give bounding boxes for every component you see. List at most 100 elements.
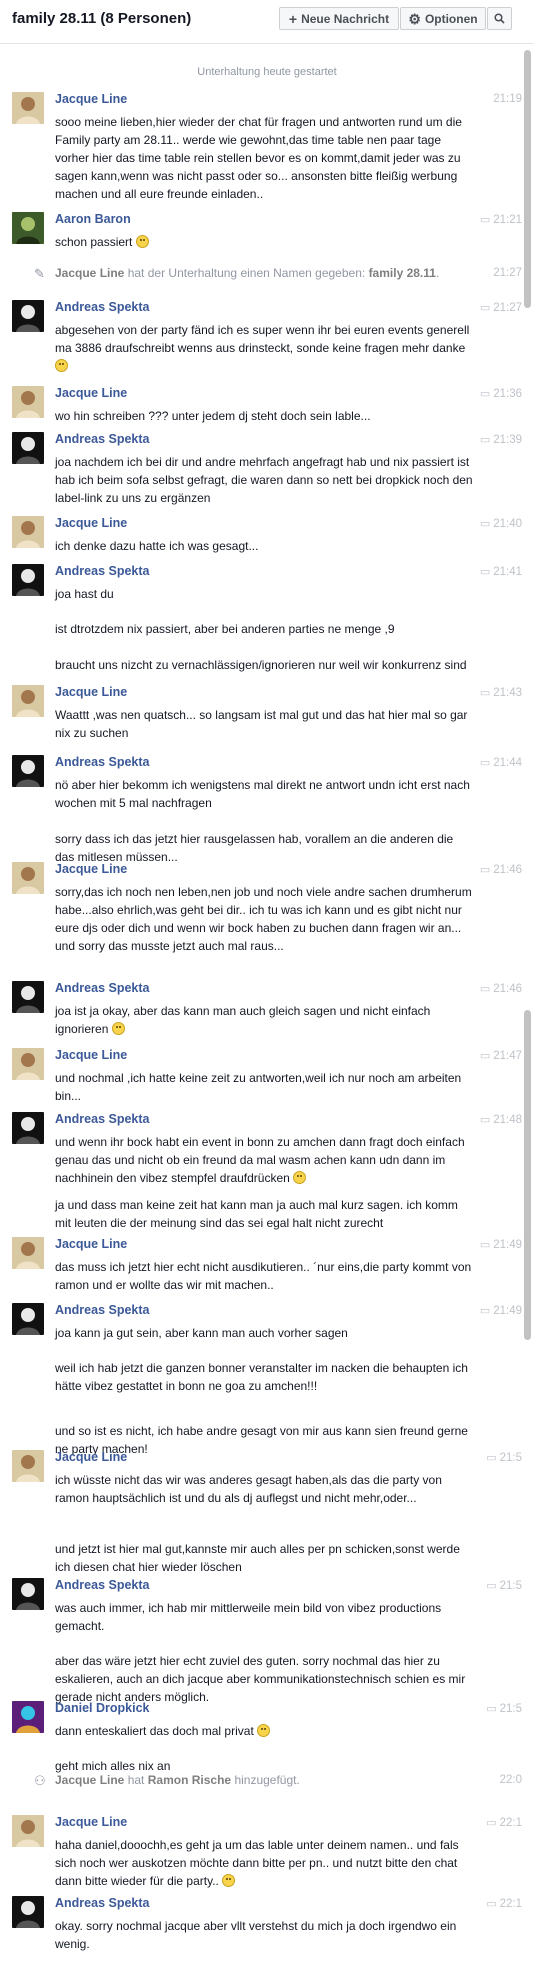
- event-timestamp: 21:27: [493, 267, 522, 279]
- seen-icon: ▭: [479, 983, 491, 995]
- search-button[interactable]: [487, 7, 512, 30]
- message-text: joa nachdem ich bei dir und andre mehrfa…: [55, 453, 475, 507]
- message-timestamp: ▭ 21:48: [480, 1113, 522, 1127]
- message-text: ist dtrotzdem nix passiert, aber bei and…: [55, 620, 475, 638]
- sender-name[interactable]: Andreas Spekta: [55, 981, 149, 995]
- timestamp-text: 21:39: [493, 433, 522, 446]
- message-timestamp: ▭ 21:44: [480, 756, 522, 770]
- avatar[interactable]: [12, 92, 44, 124]
- scrollbar-thumb[interactable]: [524, 50, 531, 308]
- smiley-emoticon-icon: [135, 235, 149, 248]
- message-text-content: schon passiert: [55, 235, 133, 249]
- sender-name[interactable]: Jacque Line: [55, 1815, 127, 1829]
- avatar[interactable]: [12, 300, 44, 332]
- event-object: Ramon Rische: [147, 1773, 232, 1787]
- options-button[interactable]: ⚙ Optionen: [400, 7, 486, 30]
- sender-name[interactable]: Andreas Spekta: [55, 564, 149, 578]
- message-text-content: braucht uns nizcht zu vernachlässigen/ig…: [55, 658, 467, 672]
- message-text: ja und dass man keine zeit hat kann man …: [55, 1196, 475, 1232]
- sender-name[interactable]: Jacque Line: [55, 1450, 127, 1464]
- scrollbar-thumb-secondary[interactable]: [524, 1010, 531, 1340]
- message-text-content: ja und dass man keine zeit hat kann man …: [55, 1198, 458, 1230]
- message-text-content: ist dtrotzdem nix passiert, aber bei and…: [55, 622, 395, 636]
- event-timestamp: 22:0: [499, 1774, 522, 1786]
- sender-name[interactable]: Andreas Spekta: [55, 1112, 149, 1126]
- event-text: Jacque Line hat Ramon Rische hinzugefügt…: [55, 1773, 300, 1787]
- message-timestamp: ▭ 21:5: [486, 1451, 522, 1465]
- sender-name[interactable]: Jacque Line: [55, 1237, 127, 1251]
- message-text-content: joa hast du: [55, 587, 114, 601]
- avatar[interactable]: [12, 516, 44, 548]
- message-timestamp: ▭ 21:41: [479, 565, 522, 579]
- sender-name[interactable]: Jacque Line: [55, 862, 127, 876]
- avatar[interactable]: [12, 1237, 44, 1269]
- event-suffix: hinzugefügt.: [234, 1773, 300, 1787]
- avatar[interactable]: [12, 1578, 44, 1610]
- sender-name[interactable]: Jacque Line: [55, 386, 127, 400]
- plus-icon: +: [288, 10, 298, 27]
- avatar[interactable]: [12, 1701, 44, 1733]
- seen-icon: ▭: [479, 1239, 491, 1251]
- sender-name[interactable]: Andreas Spekta: [55, 1578, 149, 1592]
- add-person-icon: ⚇: [34, 1773, 46, 1788]
- sender-name[interactable]: Jacque Line: [55, 1048, 127, 1062]
- smiley-emoticon-icon: [293, 1171, 307, 1184]
- avatar[interactable]: [12, 1896, 44, 1928]
- avatar[interactable]: [12, 1450, 44, 1482]
- message-text: joa ist ja okay, aber das kann man auch …: [55, 1002, 475, 1038]
- timestamp-text: 22:1: [499, 1816, 522, 1829]
- message-timestamp: ▭ 21:5: [486, 1579, 522, 1593]
- sender-name[interactable]: Andreas Spekta: [55, 300, 149, 314]
- message-text-content: was auch immer, ich hab mir mittlerweile…: [55, 1601, 442, 1633]
- event-text: Jacque Line hat der Unterhaltung einen N…: [55, 266, 439, 280]
- timestamp-text: 21:5: [499, 1579, 522, 1592]
- new-message-label: Neue Nachricht: [301, 11, 390, 26]
- timestamp-text: 21:40: [493, 517, 522, 530]
- avatar[interactable]: [12, 755, 44, 787]
- sender-name[interactable]: Jacque Line: [55, 685, 127, 699]
- sender-name[interactable]: Andreas Spekta: [55, 755, 149, 769]
- timestamp-text: 21:41: [493, 565, 522, 578]
- sender-name[interactable]: Jacque Line: [55, 516, 127, 530]
- event-actor[interactable]: Jacque Line: [55, 1773, 124, 1787]
- timestamp-text: 22:1: [499, 1897, 522, 1910]
- message-timestamp: ▭ 21:39: [480, 433, 522, 447]
- sender-name[interactable]: Daniel Dropkick: [55, 1701, 149, 1715]
- message-timestamp: ▭ 21:40: [480, 517, 522, 531]
- avatar[interactable]: [12, 432, 44, 464]
- conversation-title[interactable]: family 28.11 (8 Personen): [12, 10, 191, 27]
- avatar[interactable]: [12, 212, 44, 244]
- sender-name[interactable]: Aaron Baron: [55, 212, 131, 226]
- avatar[interactable]: [12, 685, 44, 717]
- avatar[interactable]: [12, 386, 44, 418]
- avatar[interactable]: [12, 1112, 44, 1144]
- conversation-started-label: Unterhaltung heute gestartet: [197, 66, 337, 78]
- message-timestamp: ▭ 22:1: [486, 1816, 522, 1830]
- message-text: schon passiert: [55, 233, 475, 251]
- sender-name[interactable]: Andreas Spekta: [55, 1303, 149, 1317]
- seen-icon: ▭: [479, 388, 491, 400]
- avatar[interactable]: [12, 1048, 44, 1080]
- avatar[interactable]: [12, 1303, 44, 1335]
- message-text-content: abgesehen von der party fänd ich es supe…: [55, 323, 470, 355]
- timestamp-text: 21:21: [493, 213, 522, 226]
- event-object: family 28.11: [368, 266, 436, 280]
- avatar[interactable]: [12, 862, 44, 894]
- sender-name[interactable]: Jacque Line: [55, 92, 127, 106]
- seen-icon: ▭: [479, 566, 491, 578]
- timestamp-text: 21:36: [493, 387, 522, 400]
- avatar[interactable]: [12, 564, 44, 596]
- avatar[interactable]: [12, 1815, 44, 1847]
- message-timestamp: ▭ 21:5: [486, 1702, 522, 1716]
- sender-name[interactable]: Andreas Spekta: [55, 1896, 149, 1910]
- sender-name[interactable]: Andreas Spekta: [55, 432, 149, 446]
- new-message-button[interactable]: + Neue Nachricht: [279, 7, 399, 30]
- message-text-content: und nochmal ,ich hatte keine zeit zu ant…: [55, 1071, 462, 1103]
- message-timestamp: ▭ 21:49: [480, 1304, 522, 1318]
- avatar[interactable]: [12, 981, 44, 1013]
- seen-icon: ▭: [479, 864, 491, 876]
- message-text-content: joa ist ja okay, aber das kann man auch …: [55, 1004, 431, 1036]
- event-actor[interactable]: Jacque Line: [55, 266, 124, 280]
- timestamp-text: 21:43: [493, 686, 522, 699]
- timestamp-text: 21:5: [499, 1702, 522, 1715]
